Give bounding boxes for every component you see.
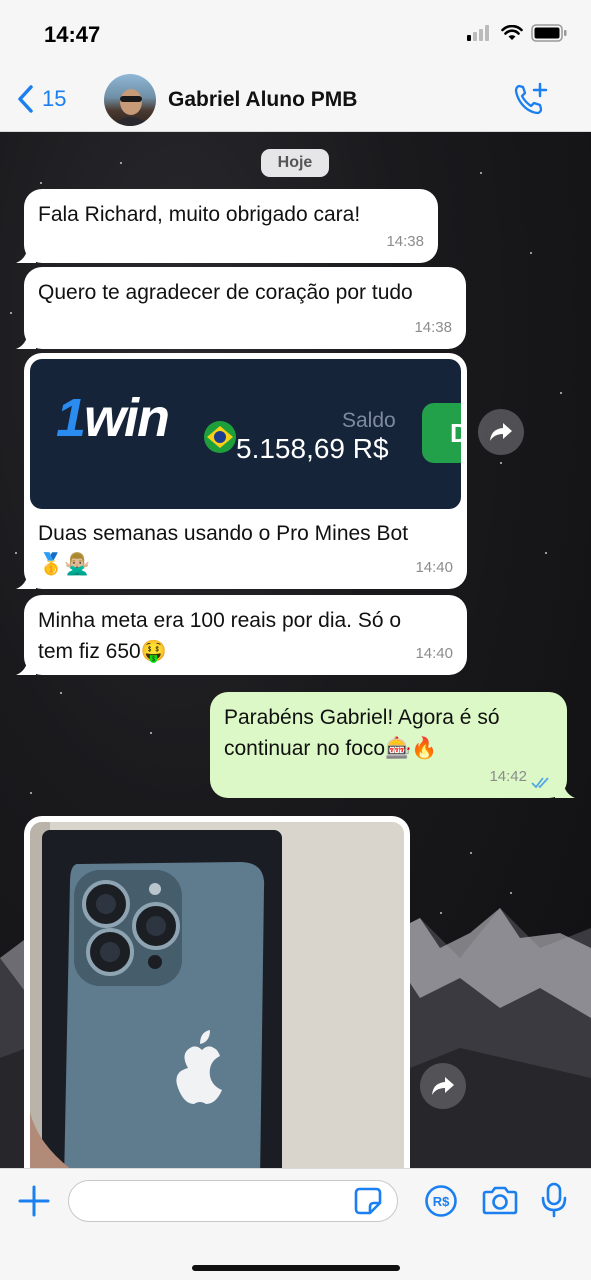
chat-header: 15 Gabriel Aluno PMB (0, 72, 591, 132)
bubble-tail (16, 573, 36, 589)
outgoing-message[interactable]: Parabéns Gabriel! Agora é só continuar n… (210, 692, 575, 798)
camera-icon (482, 1186, 518, 1215)
bubble-tail (16, 333, 36, 349)
message-time: 14:42 (489, 768, 527, 785)
battery-icon (531, 24, 567, 42)
date-separator: Hoje (261, 149, 329, 177)
back-button[interactable]: 15 (16, 84, 66, 114)
incoming-image-message[interactable] (24, 816, 410, 1168)
chevron-left-icon (18, 85, 33, 113)
wifi-icon (501, 25, 523, 40)
iphone-box-photo[interactable] (30, 822, 404, 1168)
message-input[interactable] (68, 1180, 398, 1222)
real-currency-icon: R$ (425, 1185, 457, 1217)
message-time: 14:38 (386, 233, 424, 250)
status-icons (467, 24, 567, 42)
sticker-icon (354, 1187, 382, 1215)
status-time: 14:47 (44, 22, 101, 47)
bubble-tail (16, 659, 36, 675)
voice-record-button[interactable] (540, 1182, 568, 1223)
read-ticks-icon (531, 777, 549, 789)
microphone-icon (541, 1182, 567, 1218)
message-text: Fala Richard, muito obrigado cara! (38, 203, 361, 226)
message-text: Minha meta era 100 reais por dia. Só o t… (38, 609, 402, 663)
avatar-photo (112, 89, 150, 126)
attach-button[interactable] (18, 1185, 50, 1222)
brand-logo: 1win (56, 391, 170, 445)
contact-avatar[interactable] (104, 74, 156, 126)
add-call-button[interactable] (513, 82, 549, 121)
home-indicator (192, 1265, 400, 1271)
incoming-message[interactable]: Fala Richard, muito obrigado cara! 14:38 (16, 189, 438, 263)
phone-box-illustration (30, 822, 404, 1168)
unread-count: 15 (42, 86, 67, 111)
bubble-tail (16, 247, 36, 263)
compose-bar: R$ (0, 1168, 591, 1280)
brazil-flag-icon (204, 421, 236, 453)
camera-button[interactable] (482, 1184, 518, 1221)
forward-arrow-icon (432, 1077, 454, 1095)
forward-button[interactable] (478, 409, 524, 455)
bubble-tail (555, 782, 575, 798)
incoming-image-message[interactable]: 1win Saldo 5.158,69 R$ D Duas semanas us… (16, 353, 467, 589)
message-text: Quero te agradecer de coração por tudo (38, 281, 413, 304)
status-bar: 14:47 (0, 0, 591, 72)
message-time: 14:40 (415, 645, 453, 662)
message-time: 14:40 (415, 559, 453, 576)
saldo-value: 5.158,69 R$ (236, 433, 389, 464)
payment-button[interactable]: R$ (424, 1184, 458, 1223)
message-text: Duas semanas usando o Pro Mines Bot🥇🙅🏼‍♂… (38, 522, 409, 576)
saldo-label: Saldo (342, 409, 396, 432)
brand-logo-digit: 1 (56, 388, 86, 448)
message-time: 14:38 (414, 319, 452, 336)
sticker-button[interactable] (354, 1187, 382, 1220)
saldo-screenshot-image[interactable]: 1win Saldo 5.158,69 R$ D (30, 359, 461, 509)
deposit-button-partial: D (422, 403, 461, 463)
contact-name[interactable]: Gabriel Aluno PMB (168, 88, 357, 112)
phone-plus-icon (514, 82, 548, 115)
incoming-message[interactable]: Minha meta era 100 reais por dia. Só o t… (16, 595, 467, 675)
forward-button[interactable] (420, 1063, 466, 1109)
chat-area[interactable]: Hoje Fala Richard, muito obrigado cara! … (0, 132, 591, 1168)
message-text: Parabéns Gabriel! Agora é só continuar n… (224, 706, 500, 760)
incoming-message[interactable]: Quero te agradecer de coração por tudo 1… (16, 267, 466, 349)
brand-logo-word: win (84, 388, 170, 448)
cellular-signal-icon (467, 25, 489, 41)
plus-icon (18, 1185, 50, 1217)
forward-arrow-icon (490, 423, 512, 441)
svg-text:R$: R$ (433, 1194, 450, 1209)
